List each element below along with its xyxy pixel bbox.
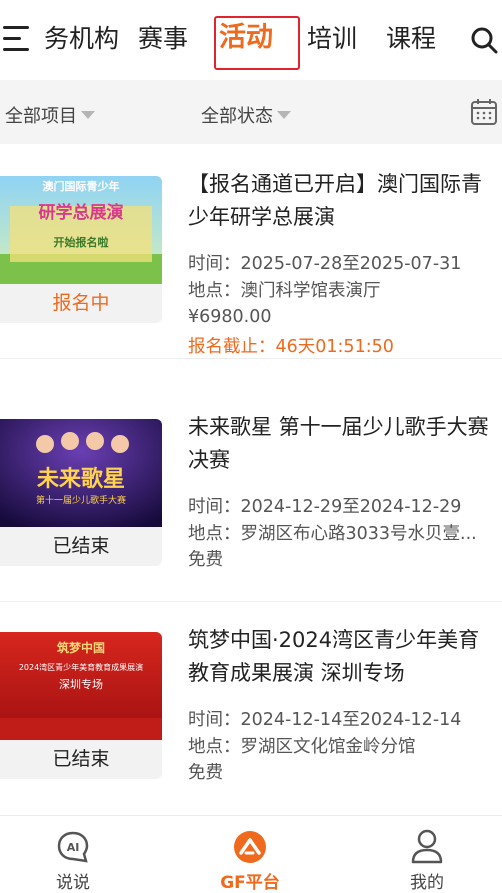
calendar-icon[interactable]: [470, 98, 498, 126]
event-card[interactable]: 未来歌星 第十一届少儿歌手大赛 已结束 未来歌星 第十一届少儿歌手大赛 决赛 时…: [0, 389, 502, 602]
event-poster-image: 未来歌星 第十一届少儿歌手大赛: [0, 419, 162, 527]
bottom-nav-gf-platform[interactable]: GF平台: [200, 816, 300, 893]
event-thumbnail-box: 澳门国际青少年 研学总展演 开始报名啦 报名中: [0, 176, 162, 323]
bottom-nav-talk[interactable]: AI 说说: [23, 816, 123, 893]
caret-down-icon: [81, 111, 95, 119]
event-price: 免费: [188, 550, 223, 570]
registration-deadline: 报名截止：46天01:51:50: [188, 337, 394, 357]
event-thumbnail-box: 筑梦中国 2024湾区青少年美育教育成果展演 深圳专场 已结束: [0, 632, 162, 779]
event-title: 未来歌星 第十一届少儿歌手大赛 决赛: [188, 415, 489, 472]
event-title: 筑梦中国·2024湾区青少年美育教育成果展演 深圳专场: [188, 628, 480, 685]
status-badge: 已结束: [52, 748, 110, 770]
bottom-nav-talk-label: 说说: [56, 873, 90, 893]
tab-institutions[interactable]: 务机构: [44, 22, 136, 56]
top-nav: 务机构 赛事 活动 培训 课程: [0, 0, 502, 80]
poster-line2: 研学总展演: [39, 202, 124, 223]
active-tab-highlight: [214, 16, 300, 70]
event-price: 免费: [188, 763, 223, 783]
tab-competitions[interactable]: 赛事: [138, 22, 188, 56]
event-poster-image: 澳门国际青少年 研学总展演 开始报名啦: [0, 176, 162, 284]
tab-courses[interactable]: 课程: [386, 22, 436, 56]
ai-chat-icon: AI: [57, 831, 89, 863]
event-time: 时间：2025-07-28至2025-07-31: [188, 254, 462, 274]
svg-text:AI: AI: [67, 841, 80, 854]
event-place: 地点：罗湖区布心路3033号水贝壹...: [188, 524, 477, 544]
status-badge: 已结束: [52, 535, 110, 557]
status-filter-label: 全部状态: [201, 106, 273, 127]
user-profile-icon: [411, 829, 443, 864]
event-time: 时间：2024-12-29至2024-12-29: [188, 497, 462, 517]
bottom-nav-mine[interactable]: 我的: [377, 816, 477, 893]
event-place: 地点：罗湖区文化馆金岭分馆: [188, 737, 416, 757]
gf-platform-icon: [234, 831, 266, 863]
event-thumbnail-box: 未来歌星 第十一届少儿歌手大赛 已结束: [0, 419, 162, 566]
poster-line1: 澳门国际青少年: [43, 179, 120, 193]
bottom-nav-gf-platform-label: GF平台: [220, 873, 280, 893]
filter-bar: 全部项目 全部状态: [0, 80, 502, 144]
poster-line3: 深圳专场: [59, 677, 103, 691]
status-badge: 报名中: [52, 292, 110, 314]
search-icon[interactable]: [470, 26, 498, 54]
poster-line1: 未来歌星: [37, 466, 125, 492]
project-filter[interactable]: 全部项目: [5, 102, 95, 128]
event-time: 时间：2024-12-14至2024-12-14: [188, 710, 462, 730]
poster-line2: 2024湾区青少年美育教育成果展演: [19, 662, 143, 672]
bottom-nav: AI 说说 GF平台 我的: [0, 815, 502, 893]
event-price: ¥6980.00: [188, 307, 272, 327]
poster-line3: 开始报名啦: [54, 235, 109, 249]
event-card[interactable]: 筑梦中国 2024湾区青少年美育教育成果展演 深圳专场 已结束 筑梦中国·202…: [0, 602, 502, 814]
poster-line2: 第十一届少儿歌手大赛: [36, 494, 126, 506]
event-title: 【报名通道已开启】澳门国际青少年研学总展演: [188, 172, 482, 229]
event-place: 地点：澳门科学馆表演厅: [188, 281, 381, 301]
event-card[interactable]: 澳门国际青少年 研学总展演 开始报名啦 报名中 【报名通道已开启】澳门国际青少年…: [0, 146, 502, 359]
event-poster-image: 筑梦中国 2024湾区青少年美育教育成果展演 深圳专场: [0, 632, 162, 740]
bottom-nav-mine-label: 我的: [410, 873, 444, 893]
caret-down-icon: [277, 111, 291, 119]
menu-icon[interactable]: [3, 24, 31, 54]
project-filter-label: 全部项目: [5, 106, 77, 127]
poster-line1: 筑梦中国: [57, 640, 105, 655]
tab-training[interactable]: 培训: [307, 22, 357, 56]
status-filter[interactable]: 全部状态: [201, 102, 291, 128]
